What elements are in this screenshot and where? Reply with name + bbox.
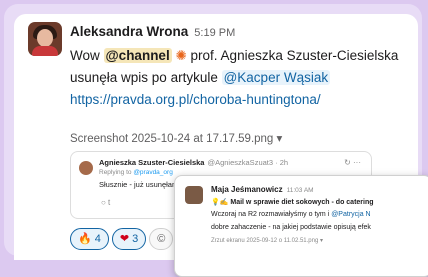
overlay-author: Maja Jeśmanowicz	[211, 185, 283, 194]
channel-mention[interactable]: @channel	[103, 48, 172, 63]
avatar[interactable]	[28, 22, 62, 56]
reaction-heart[interactable]: ❤ 3	[111, 228, 147, 250]
file-name: Screenshot 2025-10-24 at 17.17.59.png	[70, 133, 274, 145]
overlay-line-1-text: 💡✍ Mail w sprawie diet sokowych - do cat…	[211, 199, 374, 206]
quoted-replying: Replying to @pravda_org	[99, 169, 173, 176]
sparkle-emoji-icon: ✺	[175, 48, 187, 63]
overlay-header: Maja Jeśmanowicz 11:03 AM	[211, 185, 314, 194]
overlay-line-3: dobre zahaczenie - na jakiej podstawie o…	[211, 224, 371, 231]
quoted-more-icon: ↻ ···	[344, 158, 361, 167]
quoted-author-name: Agnieszka Szuster-Ciesielska	[99, 158, 205, 167]
overlay-line-2: Wczoraj na R2 rozmawiałyśmy o tym i @Pat…	[211, 211, 371, 218]
reactions-bar: 🔥 4 ❤ 3 ©	[70, 228, 176, 250]
article-link[interactable]: https://pravda.org.pl/choroba-huntington…	[70, 92, 321, 107]
overlay-time: 11:03 AM	[286, 187, 314, 194]
reaction-count: 3	[132, 233, 139, 245]
quoted-avatar	[79, 161, 93, 175]
reaction-fire[interactable]: 🔥 4	[70, 228, 109, 250]
fire-icon: 🔥	[78, 233, 92, 245]
overlay-mention: @Patrycja N	[331, 211, 371, 218]
reaction-count: 4	[94, 233, 101, 245]
timestamp[interactable]: 5:19 PM	[194, 27, 235, 39]
quoted-action-icons: ○ t	[101, 198, 111, 207]
heart-icon: ❤	[119, 233, 130, 245]
overlay-line-1: 💡✍ Mail w sprawie diet sokowych - do cat…	[211, 198, 374, 206]
message-text: Wow @channel ✺ prof. Agnieszka Szuster-C…	[70, 45, 410, 111]
message-text-part: Wow	[70, 48, 104, 63]
overlay-avatar	[185, 186, 203, 204]
author-name[interactable]: Aleksandra Wrona	[70, 24, 188, 39]
chevron-down-icon[interactable]: ▾	[277, 133, 283, 145]
overlay-file: Zrzut ekranu 2025-09-12 o 11.02.51.png ▾	[211, 238, 323, 244]
overlay-line-2-text: Wczoraj na R2 rozmawiałyśmy o tym i	[211, 211, 332, 218]
reaction-partial[interactable]: ©	[149, 228, 174, 250]
replying-prefix: Replying to	[99, 169, 134, 176]
message-header: Aleksandra Wrona 5:19 PM	[70, 24, 235, 39]
replying-to-handle: @pravda_org	[133, 169, 173, 176]
overlay-screenshot: Maja Jeśmanowicz 11:03 AM 💡✍ Mail w spraw…	[174, 175, 428, 277]
reaction-icon: ©	[157, 233, 166, 245]
quoted-handle: @AgnieszkaSzuat3 · 2h	[207, 158, 289, 167]
file-attachment-name[interactable]: Screenshot 2025-10-24 at 17.17.59.png ▾	[70, 131, 282, 145]
user-mention[interactable]: @Kacper Wąsiak	[221, 70, 331, 85]
quoted-author: Agnieszka Szuster-Ciesielska @AgnieszkaSz…	[99, 158, 288, 167]
